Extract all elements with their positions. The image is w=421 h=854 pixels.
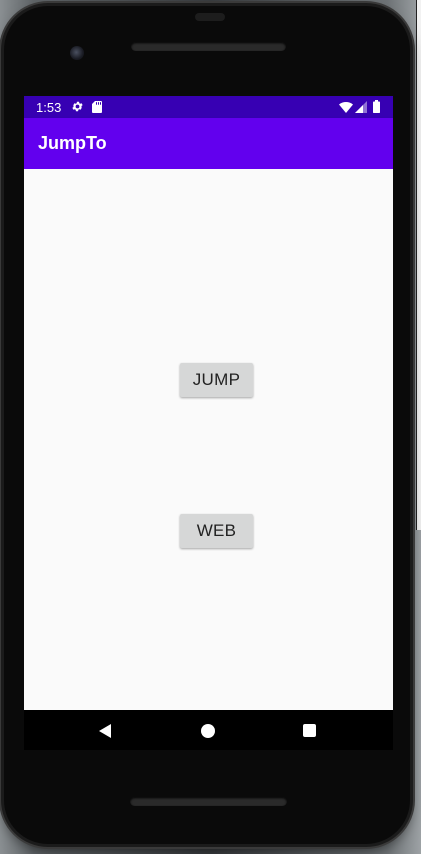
signal-icon (355, 101, 367, 113)
main-content: JUMP WEB (24, 169, 393, 710)
front-camera-icon (70, 46, 84, 60)
bottom-speaker (130, 797, 287, 806)
gear-icon (72, 101, 83, 112)
phone-top-slot (195, 13, 225, 21)
device-screen: 1:53 JumpTo JUMP WEB (24, 96, 393, 750)
app-bar: JumpTo (24, 118, 393, 169)
page-title: JumpTo (38, 133, 107, 153)
navigation-bar (24, 710, 393, 750)
back-icon[interactable] (98, 724, 112, 738)
sd-card-icon (92, 101, 102, 113)
status-bar: 1:53 (24, 96, 393, 118)
background-window-edge (416, 0, 421, 530)
web-button[interactable]: WEB (180, 514, 253, 548)
battery-icon (373, 100, 380, 113)
earpiece-speaker (131, 42, 286, 51)
jump-button[interactable]: JUMP (180, 363, 253, 397)
home-icon[interactable] (201, 724, 215, 738)
wifi-icon (339, 101, 353, 113)
recents-icon[interactable] (303, 724, 316, 737)
status-time: 1:53 (36, 100, 62, 115)
